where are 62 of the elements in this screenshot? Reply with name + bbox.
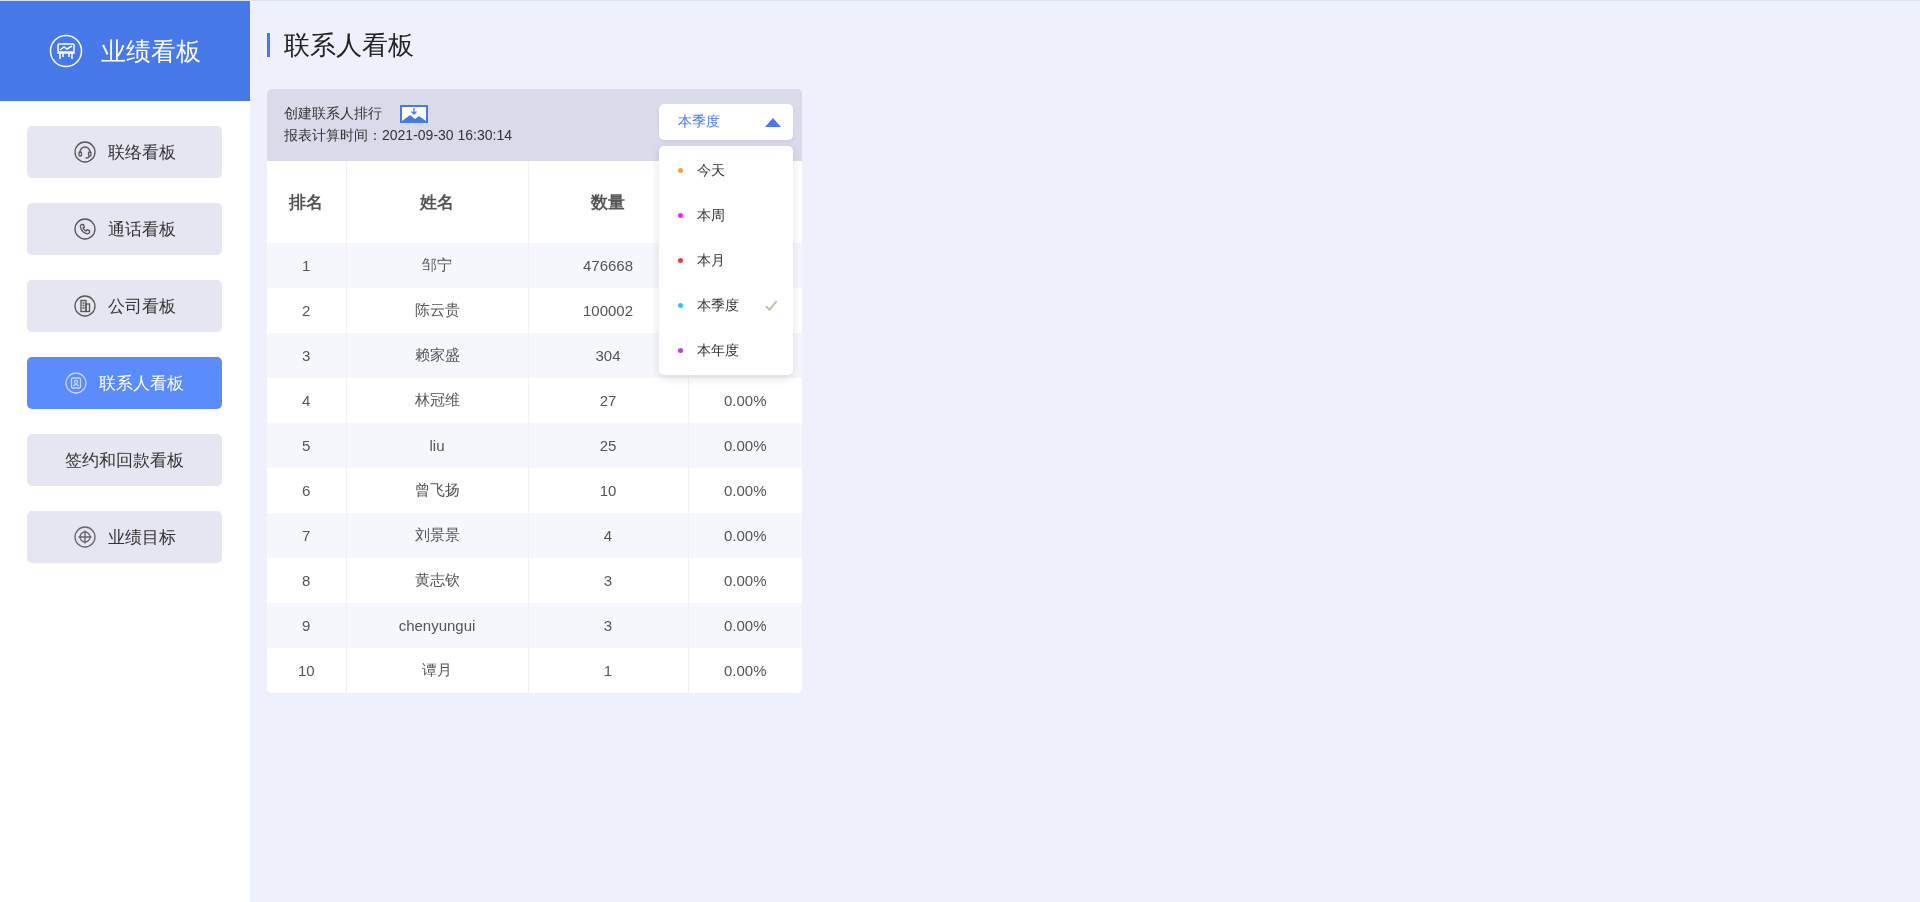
dropdown-option[interactable]: 今天 [659, 148, 793, 193]
contact-card-icon [65, 372, 87, 394]
table-cell: chenyungui [398, 617, 476, 634]
table-cell: liu [429, 437, 445, 454]
table-cell: 304 [595, 347, 621, 364]
table-cell: 5 [302, 437, 311, 454]
dropdown-option[interactable]: 本周 [659, 193, 793, 238]
sidebar-item[interactable]: 通话看板 [27, 203, 222, 255]
sidebar-item[interactable]: 联络看板 [27, 126, 222, 178]
dropdown-option[interactable]: 本月 [659, 238, 793, 283]
table-cell: 9 [302, 617, 311, 634]
table-cell: 4 [302, 392, 311, 409]
sidebar-item[interactable]: 业绩目标 [27, 511, 222, 563]
table-cell: 3 [603, 617, 613, 634]
table-cell: 27 [599, 392, 617, 409]
table-cell: 曾飞扬 [414, 481, 460, 498]
sidebar-item[interactable]: 签约和回款看板 [27, 434, 222, 486]
dashboard-board-icon [49, 34, 83, 68]
table-cell: 100002 [582, 302, 634, 319]
table-cell: 刘景景 [414, 526, 460, 543]
table-cell: 25 [599, 437, 617, 454]
table-cell: 0.00% [723, 572, 767, 589]
sidebar-item[interactable]: 公司看板 [27, 280, 222, 332]
table-cell: 0.00% [723, 392, 767, 409]
app-title: 业绩看板 [101, 35, 201, 67]
table-cell: 林冠维 [414, 391, 460, 408]
table-cell: 7 [302, 527, 311, 544]
table-cell: 0.00% [723, 617, 767, 634]
column-header: 姓名 [420, 192, 454, 212]
table-cell: 0.00% [723, 482, 767, 499]
table-cell: 4 [603, 527, 613, 544]
table-cell: 邹宁 [422, 256, 452, 273]
dropdown-option[interactable]: 本季度 [659, 283, 793, 328]
card-title: 创建联系人排行 [284, 105, 382, 123]
table-cell: 赖家盛 [414, 346, 460, 363]
table-cell: 1 [603, 662, 613, 679]
table-cell: 陈云贵 [414, 301, 460, 318]
dropdown-option[interactable]: 本年度 [659, 328, 793, 373]
table-cell: 0.00% [723, 437, 767, 454]
period-dropdown[interactable]: 本季度 [659, 104, 793, 140]
image-download-icon[interactable] [400, 105, 428, 123]
table-cell: 黄志钦 [414, 571, 460, 588]
table-cell: 0.00% [723, 662, 767, 679]
table-cell: 1 [302, 257, 311, 274]
table-cell: 谭月 [422, 661, 452, 678]
table-cell: 3 [603, 572, 613, 589]
headset-icon [73, 141, 96, 163]
phone-icon [73, 218, 96, 240]
column-header: 排名 [289, 192, 324, 212]
table-cell: 8 [302, 572, 311, 589]
calculation-time: 报表计算时间：2021-09-30 16:30:14 [284, 127, 512, 145]
building-icon [73, 295, 96, 317]
page-title: 联系人看板 [284, 28, 414, 62]
table-cell: 2 [302, 302, 311, 319]
table-cell: 3 [302, 347, 311, 364]
table-cell: 10 [297, 662, 315, 679]
column-header: 数量 [591, 192, 625, 212]
target-icon [73, 526, 96, 548]
table-cell: 10 [599, 482, 617, 499]
table-cell: 476668 [582, 257, 634, 274]
table-cell: 6 [302, 482, 311, 499]
table-cell: 0.00% [723, 527, 767, 544]
